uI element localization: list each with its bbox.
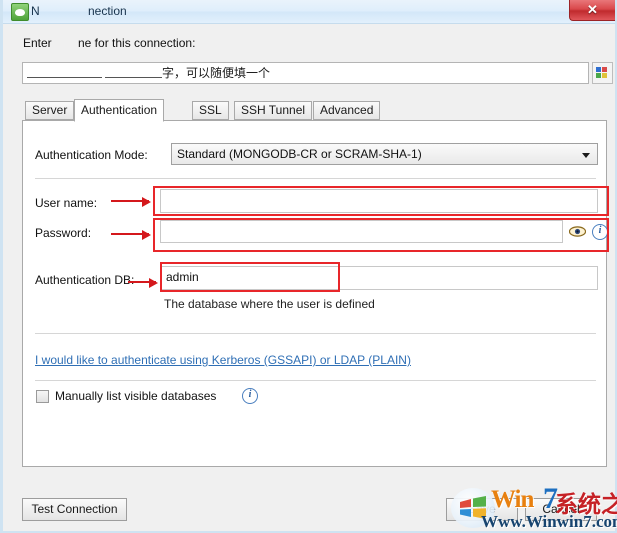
divider-bottom: [35, 380, 596, 381]
connection-name-input[interactable]: 字，可以随便填一个: [22, 62, 589, 84]
cancel-button[interactable]: Cancel: [525, 498, 597, 521]
window-title-part2: nection: [88, 4, 127, 18]
divider-middle: [35, 333, 596, 334]
authentication-db-input[interactable]: admin: [160, 266, 598, 290]
manually-list-databases-label: Manually list visible databases: [55, 389, 217, 403]
save-button[interactable]: Save: [446, 498, 518, 521]
manually-list-databases-info-icon[interactable]: i: [242, 388, 258, 404]
window-title-part1: N: [31, 4, 40, 18]
mongodb-leaf-icon: [11, 3, 29, 21]
eye-icon[interactable]: [569, 226, 586, 237]
divider-top: [35, 178, 596, 179]
kerberos-ldap-link[interactable]: I would like to authenticate using Kerbe…: [35, 353, 411, 367]
authentication-mode-label: Authentication Mode:: [35, 148, 148, 162]
authentication-db-label: Authentication DB:: [35, 273, 135, 287]
title-bar: N nection ✕: [3, 0, 615, 24]
chevron-down-icon: [582, 153, 590, 158]
username-input[interactable]: [160, 189, 598, 213]
color-palette-icon[interactable]: [592, 62, 613, 84]
authentication-panel: Authentication Mode: Standard (MONGODB-C…: [22, 120, 608, 467]
password-info-icon[interactable]: i: [592, 224, 608, 240]
tab-ssh-tunnel[interactable]: SSH Tunnel: [234, 101, 313, 120]
connection-name-prompt-part1: Enter: [23, 36, 52, 50]
manually-list-databases-checkbox[interactable]: [36, 390, 49, 403]
test-connection-button[interactable]: Test Connection: [22, 498, 127, 521]
authentication-mode-value: Standard (MONGODB-CR or SCRAM-SHA-1): [177, 147, 422, 161]
tab-ssl[interactable]: SSL: [192, 101, 229, 120]
connection-name-prompt-part2: ne for this connection:: [78, 36, 196, 50]
tab-authentication[interactable]: Authentication: [74, 99, 165, 122]
authentication-db-help-text: The database where the user is defined: [164, 297, 375, 311]
password-input[interactable]: [160, 220, 563, 243]
authentication-mode-select[interactable]: Standard (MONGODB-CR or SCRAM-SHA-1): [171, 143, 598, 165]
username-label: User name:: [35, 196, 98, 210]
redaction-mark-b: [105, 66, 162, 78]
new-connection-dialog: N nection ✕ Enter ne for this connection…: [0, 0, 617, 533]
redaction-mark-a: [27, 66, 102, 78]
connection-name-visible-text: 字，可以随便填一个: [162, 66, 271, 80]
password-label: Password:: [35, 226, 92, 240]
tab-server[interactable]: Server: [25, 101, 75, 120]
tab-advanced[interactable]: Advanced: [313, 101, 381, 120]
close-icon[interactable]: ✕: [569, 0, 615, 21]
